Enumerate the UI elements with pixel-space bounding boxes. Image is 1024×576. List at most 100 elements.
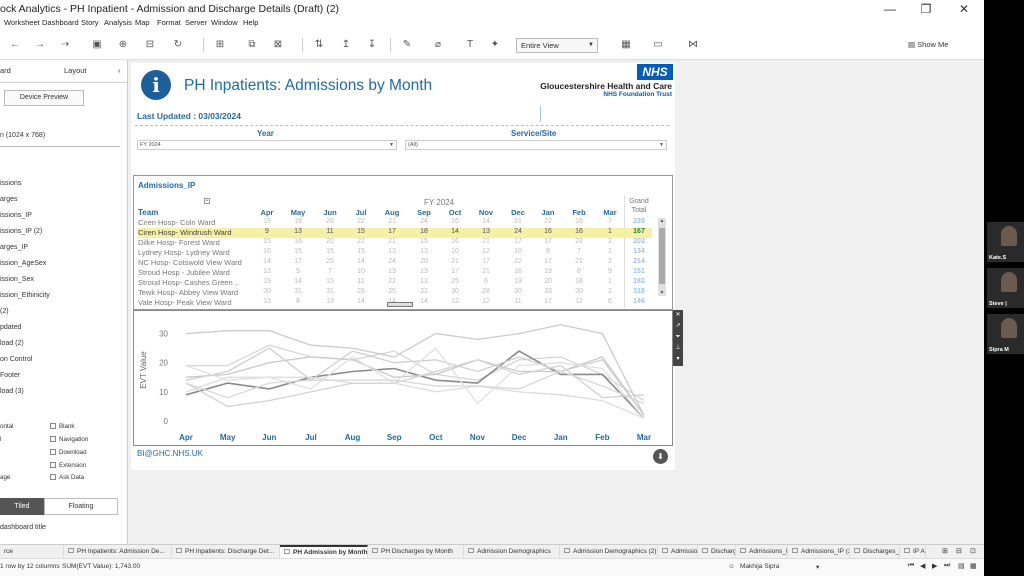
table-row[interactable]: Ciren Hosp- Coln Ward 19 19 26 22 21 24 16 14 21 2… [138,218,652,228]
user-menu[interactable]: Makhija Sipra [740,563,779,570]
sheet-tab[interactable]: PH Admission by Month [280,545,368,559]
sheet-item[interactable]: issions [0,180,21,187]
scroll-up-icon[interactable]: ▲ [658,218,666,224]
sheet-item[interactable]: (2) [0,308,9,315]
filter-icon[interactable]: ⏷ [673,332,683,343]
show-filmstrip-icon[interactable]: ▤ [958,562,965,570]
replay-icon[interactable]: ⇢ [59,39,71,51]
tiled-toggle[interactable]: Tiled [0,498,44,515]
table-row[interactable]: NC Hosp- Cotswold View Ward 14 17 25 14 24 20 2… [138,258,652,268]
download-icon[interactable]: ⬇ [653,449,668,464]
show-cards-icon[interactable]: ▦ [620,39,632,51]
more-options-icon[interactable]: ▾ [673,354,683,365]
size-dropdown[interactable]: n (1024 x 768) [0,132,45,139]
pause-updates-icon[interactable]: ⊟ [144,39,156,51]
participant-tile[interactable]: Steve | [987,268,1024,308]
tab-layout[interactable]: Layout [64,66,87,75]
table-row[interactable]: Dilke Hosp- Forest Ward 15 16 20 22 21 15 16 21 1… [138,238,652,248]
table-row[interactable]: Lydney Hosp- Lydney Ward 10 15 15 15 13 13 10 12… [138,248,652,258]
sheet-tab[interactable]: Admission Demographics (2) [560,545,658,559]
table-row[interactable]: Stroud Hosp - Jubilee Ward 13 5 7 10 13 13 17 21… [138,268,652,278]
group-icon[interactable]: ⌀ [432,39,444,51]
first-sheet-icon[interactable]: ⏮ [908,562,914,570]
new-dashboard-icon[interactable]: ⊟ [956,547,962,555]
sheet-item[interactable]: ission_Ethinicity [0,292,50,299]
sheet-item[interactable]: load (2) [0,340,24,347]
floating-toggle[interactable]: Floating [44,498,118,515]
series-line[interactable] [186,344,645,402]
sheet-tab[interactable]: Discharges [698,545,736,559]
menu-format[interactable]: Format [157,18,181,27]
show-dashboard-title-checkbox[interactable]: dashboard title [0,524,46,531]
sheet-item[interactable]: ission_AgeSex [0,260,46,267]
sheet-tab[interactable]: Admissions [658,545,698,559]
sheet-item[interactable]: load (3) [0,388,24,395]
pin-icon[interactable]: ✦ [489,39,501,51]
sheet-tab[interactable]: Admissions_IP (2) [788,545,850,559]
redo-icon[interactable]: → [34,39,46,51]
undo-icon[interactable]: ← [9,39,21,51]
table-row[interactable]: Ciren Hosp- Windrush Ward 9 13 11 15 17 18 14 13… [138,228,652,238]
expand-icon[interactable]: + [204,198,210,204]
menu-analysis[interactable]: Analysis [104,18,132,27]
sheet-item[interactable]: arges [0,196,18,203]
series-line[interactable] [185,324,645,416]
sort-descending-icon[interactable]: ↧ [366,39,378,51]
object-ask-data[interactable]: Ask Data [50,474,84,481]
sheet-item[interactable]: issions_IP (2) [0,228,42,235]
highlight-icon[interactable]: ✎ [401,39,413,51]
sheet-tab[interactable]: PH Discharges by Month [368,545,464,559]
scroll-down-icon[interactable]: ▼ [658,290,666,296]
participant-tile[interactable]: Kate.S [987,222,1024,262]
contact-email[interactable]: BI@GHC.NHS.UK [137,449,203,458]
go-to-sheet-icon[interactable]: ↗ [673,321,683,332]
share-icon[interactable]: ⋈ [687,39,699,51]
save-icon[interactable]: ▣ [91,39,103,51]
sheet-tab[interactable]: Admissions_IP [736,545,788,559]
last-sheet-icon[interactable]: ⏭ [944,562,950,570]
object-horizontal[interactable]: ontal [0,423,13,430]
presentation-icon[interactable]: ▭ [652,39,664,51]
clear-sheet-icon[interactable]: ⊠ [272,39,284,51]
object-download[interactable]: Download [50,449,87,456]
object-vertical[interactable]: l [0,436,1,443]
new-sheet-icon[interactable]: ⊞ [942,547,948,555]
sheet-tab[interactable]: Admission Demographics [464,545,560,559]
menu-dashboard[interactable]: Dashboard [42,18,79,27]
menu-map[interactable]: Map [135,18,150,27]
collapse-panel-icon[interactable]: ‹ [118,66,121,75]
resize-handle[interactable] [387,302,413,307]
new-datasource-icon[interactable]: ⊕ [117,39,129,51]
pin-icon[interactable]: ⊥ [673,343,683,354]
series-line[interactable] [185,347,645,416]
swap-icon[interactable]: ⇅ [313,39,325,51]
menu-worksheet[interactable]: Worksheet [4,18,40,27]
sheet-tab[interactable]: IP Adm [900,545,926,559]
service-filter-dropdown[interactable]: (All) ▼ [405,140,667,150]
new-story-icon[interactable]: ⊡ [970,547,976,555]
device-preview-button[interactable]: Device Preview [4,90,84,106]
sheet-tab[interactable]: rce [0,545,64,559]
object-image[interactable]: age [0,474,10,481]
maximize-button[interactable]: ❐ [916,2,936,16]
object-navigation[interactable]: Navigation [50,436,88,443]
table-scrollbar[interactable]: ▲ ▼ [658,218,666,296]
sort-ascending-icon[interactable]: ↥ [340,39,352,51]
sheet-tab[interactable]: PH Inpatients: Admission De... [64,545,172,559]
remove-icon[interactable]: ✕ [673,310,683,321]
tab-dashboard[interactable]: ard [0,66,11,75]
menu-story[interactable]: Story [81,18,99,27]
sheet-item[interactable]: pdated [0,324,21,331]
show-me-button[interactable]: ▤ Show Me [908,40,948,49]
sheet-item[interactable]: Footer [0,372,20,379]
minimize-button[interactable]: — [880,2,900,16]
sheet-item[interactable]: on Control [0,356,32,363]
previous-sheet-icon[interactable]: ◀ [920,562,925,570]
sheet-item[interactable]: issions_IP [0,212,32,219]
menu-server[interactable]: Server [185,18,207,27]
participant-tile[interactable]: Sipra M [987,314,1024,354]
sheet-item[interactable]: ission_Sex [0,276,34,283]
chevron-down-icon[interactable]: ▾ [816,563,819,571]
object-extension[interactable]: Extension [50,462,86,469]
new-worksheet-icon[interactable]: ⊞ [214,39,226,51]
